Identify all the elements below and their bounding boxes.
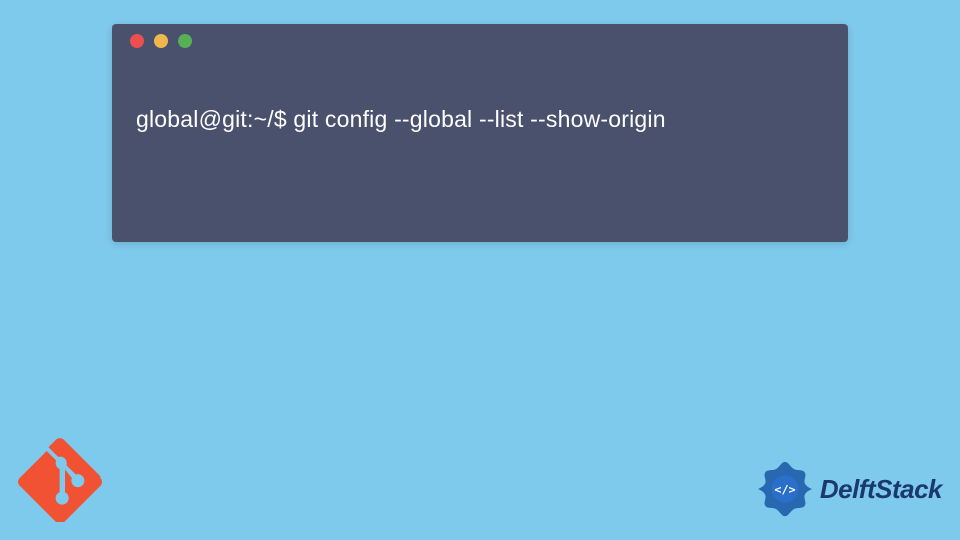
delftstack-brand-text: DelftStack bbox=[820, 474, 942, 505]
svg-text:</>: </> bbox=[774, 483, 795, 497]
terminal-window: global@git:~/$ git config --global --lis… bbox=[112, 24, 848, 242]
minimize-icon[interactable] bbox=[154, 34, 168, 48]
maximize-icon[interactable] bbox=[178, 34, 192, 48]
terminal-body: global@git:~/$ git config --global --lis… bbox=[112, 58, 848, 153]
terminal-titlebar bbox=[112, 24, 848, 58]
terminal-prompt: global@git:~/$ bbox=[136, 106, 293, 132]
close-icon[interactable] bbox=[130, 34, 144, 48]
delftstack-mark-icon: </> bbox=[756, 460, 814, 518]
terminal-command: git config --global --list --show-origin bbox=[293, 106, 665, 132]
git-logo-icon bbox=[18, 438, 102, 522]
delftstack-logo: </> DelftStack bbox=[756, 460, 942, 518]
